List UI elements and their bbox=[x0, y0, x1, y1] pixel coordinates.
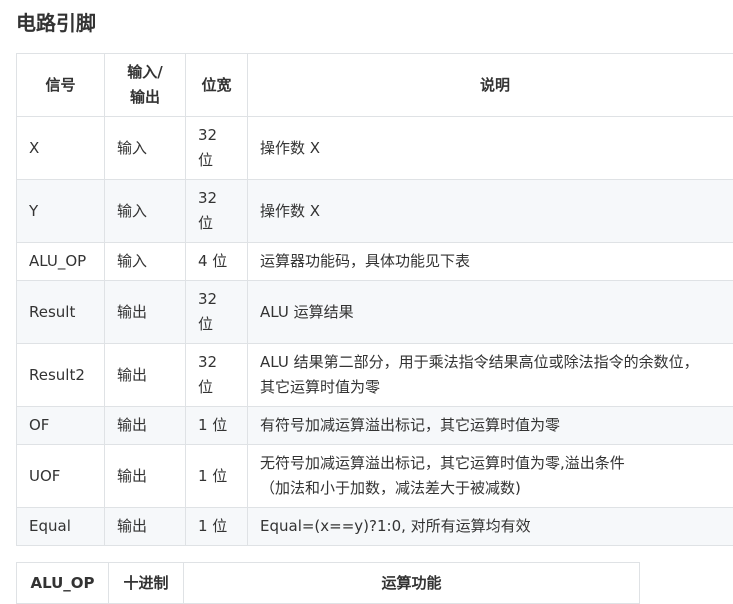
width-cell: 1 位 bbox=[186, 445, 248, 508]
table-row: Result 输出 32 位 ALU 运算结果 bbox=[17, 281, 733, 344]
direction-cell: 输入 bbox=[105, 180, 186, 243]
width-cell: 1 位 bbox=[186, 508, 248, 546]
width-cell: 32 位 bbox=[186, 344, 248, 407]
table-row: ALU_OP 输入 4 位 运算器功能码，具体功能见下表 bbox=[17, 243, 733, 281]
pin-table: 信号 输入/ 输出 位宽 说明 X 输入 32 位 操作数 X Y 输入 32 … bbox=[16, 53, 733, 546]
direction-cell: 输入 bbox=[105, 243, 186, 281]
direction-cell: 输出 bbox=[105, 281, 186, 344]
op-table-header-row: ALU_OP 十进制 运算功能 bbox=[17, 563, 640, 604]
signal-cell: Y bbox=[17, 180, 105, 243]
width-cell: 32 位 bbox=[186, 180, 248, 243]
signal-cell: Result bbox=[17, 281, 105, 344]
header-description: 说明 bbox=[248, 54, 733, 117]
description-cell: ALU 运算结果 bbox=[248, 281, 733, 344]
header-decimal: 十进制 bbox=[109, 563, 184, 604]
description-cell: ALU 结果第二部分，用于乘法指令结果高位或除法指令的余数位， 其它运算时值为零 bbox=[248, 344, 733, 407]
table-row: UOF 输出 1 位 无符号加减运算溢出标记，其它运算时值为零,溢出条件 （加法… bbox=[17, 445, 733, 508]
signal-cell: Result2 bbox=[17, 344, 105, 407]
direction-cell: 输入 bbox=[105, 117, 186, 180]
table-row: Y 输入 32 位 操作数 X bbox=[17, 180, 733, 243]
header-width: 位宽 bbox=[186, 54, 248, 117]
signal-cell: X bbox=[17, 117, 105, 180]
header-operation: 运算功能 bbox=[184, 563, 640, 604]
direction-cell: 输出 bbox=[105, 344, 186, 407]
width-cell: 32 位 bbox=[186, 281, 248, 344]
header-alu-op: ALU_OP bbox=[17, 563, 109, 604]
signal-cell: ALU_OP bbox=[17, 243, 105, 281]
table-row: Result2 输出 32 位 ALU 结果第二部分，用于乘法指令结果高位或除法… bbox=[17, 344, 733, 407]
table-row: OF 输出 1 位 有符号加减运算溢出标记，其它运算时值为零 bbox=[17, 407, 733, 445]
description-cell: Equal=(x==y)?1:0, 对所有运算均有效 bbox=[248, 508, 733, 546]
pin-table-header-row: 信号 输入/ 输出 位宽 说明 bbox=[17, 54, 733, 117]
table-row: Equal 输出 1 位 Equal=(x==y)?1:0, 对所有运算均有效 bbox=[17, 508, 733, 546]
direction-cell: 输出 bbox=[105, 445, 186, 508]
direction-cell: 输出 bbox=[105, 407, 186, 445]
signal-cell: OF bbox=[17, 407, 105, 445]
alu-op-table: ALU_OP 十进制 运算功能 bbox=[16, 562, 640, 604]
description-cell: 无符号加减运算溢出标记，其它运算时值为零,溢出条件 （加法和小于加数，减法差大于… bbox=[248, 445, 733, 508]
description-cell: 操作数 X bbox=[248, 117, 733, 180]
description-cell: 有符号加减运算溢出标记，其它运算时值为零 bbox=[248, 407, 733, 445]
header-signal: 信号 bbox=[17, 54, 105, 117]
table-row: X 输入 32 位 操作数 X bbox=[17, 117, 733, 180]
description-cell: 运算器功能码，具体功能见下表 bbox=[248, 243, 733, 281]
width-cell: 4 位 bbox=[186, 243, 248, 281]
signal-cell: Equal bbox=[17, 508, 105, 546]
section-heading: 电路引脚 bbox=[16, 8, 96, 38]
direction-cell: 输出 bbox=[105, 508, 186, 546]
header-direction: 输入/ 输出 bbox=[105, 54, 186, 117]
width-cell: 1 位 bbox=[186, 407, 248, 445]
width-cell: 32 位 bbox=[186, 117, 248, 180]
description-cell: 操作数 X bbox=[248, 180, 733, 243]
signal-cell: UOF bbox=[17, 445, 105, 508]
